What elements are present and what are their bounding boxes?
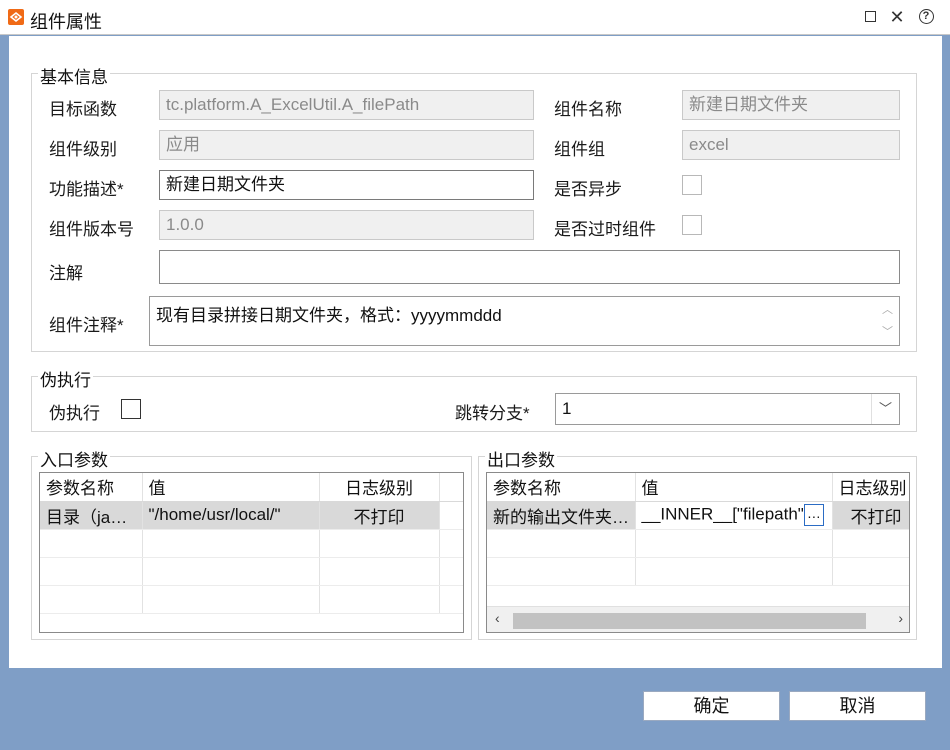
comp-comment-textarea[interactable]: 现有目录拼接日期文件夹，格式：yyyymmddd ︿ ﹀ [149,296,900,346]
ellipsis-button[interactable]: … [803,504,824,526]
maximize-button[interactable] [860,7,880,27]
param-name-cell[interactable]: 目录（ja… [40,501,143,530]
column-header: 日志级别 [319,473,440,502]
chevron-down-icon[interactable]: ﹀ [871,394,899,424]
version-label: 组件版本号 [49,220,134,239]
input-params-table: 参数名称 值 日志级别 目录（ja… "/home/usr/local/" 不打… [39,472,464,633]
log-level-cell[interactable]: 不打印 [319,501,440,530]
table-row[interactable]: 目录（ja… "/home/usr/local/" 不打印 [40,501,463,530]
column-header: 值 [142,473,320,502]
output-params-legend: 出口参数 [485,446,557,471]
comp-comment-text: 现有目录拼接日期文件夹，格式：yyyymmddd [156,306,502,325]
scroll-up-icon[interactable]: ︿ [882,301,893,317]
target-func-label: 目标函数 [49,100,117,119]
title-bar: 组件属性 ✕ ? [0,0,950,35]
app-icon [8,9,24,25]
basic-info-legend: 基本信息 [38,63,110,88]
comp-name-label: 组件名称 [554,100,622,119]
branch-select[interactable]: 1 ﹀ [555,393,900,425]
close-icon: ✕ [889,7,905,27]
ok-button[interactable]: 确定 [643,691,780,721]
param-value-text: __INNER__["filepath" [641,504,804,524]
annotation-label: 注解 [49,264,83,283]
comp-name-field: 新建日期文件夹 [682,90,900,120]
table-row [40,529,463,558]
param-value-cell[interactable]: "/home/usr/local/" [142,501,320,530]
column-header: 参数名称 [487,473,636,502]
async-label: 是否异步 [554,180,622,199]
comp-group-field: excel [682,130,900,160]
cancel-button[interactable]: 取消 [789,691,926,721]
table-row[interactable]: 新的输出文件夹… __INNER__["filepath"… 不打印 [487,501,909,530]
horizontal-scrollbar[interactable]: ‹ › [487,606,909,632]
deprecated-label: 是否过时组件 [554,220,656,239]
async-checkbox[interactable] [682,175,702,195]
target-func-field: tc.platform.A_ExcelUtil.A_filePath [159,90,534,120]
scroll-down-icon[interactable]: ﹀ [882,323,893,339]
pseudo-exec-checkbox[interactable] [121,399,141,419]
table-row [40,585,463,614]
help-icon: ? [918,9,934,24]
output-params-table: 参数名称 值 日志级别 新的输出文件夹… __INNER__["filepath… [486,472,910,633]
window-title: 组件属性 [30,12,102,32]
param-value-cell[interactable]: __INNER__["filepath"… [635,501,833,530]
annotation-input[interactable] [159,250,900,284]
deprecated-checkbox[interactable] [682,215,702,235]
scrollbar-thumb[interactable] [513,613,866,629]
scroll-left-icon[interactable]: ‹ [495,610,500,626]
close-button[interactable]: ✕ [887,7,907,27]
scroll-right-icon[interactable]: › [898,610,903,626]
table-row [487,557,909,586]
comp-level-field: 应用 [159,130,534,160]
column-header: 参数名称 [40,473,143,502]
pseudo-exec-label: 伪执行 [49,404,100,423]
comp-comment-label: 组件注释* [49,316,124,335]
input-params-header: 参数名称 值 日志级别 [40,473,463,502]
func-desc-label: 功能描述* [49,180,124,199]
comp-level-label: 组件级别 [49,140,117,159]
branch-select-value: 1 [562,399,572,418]
func-desc-input[interactable]: 新建日期文件夹 [159,170,534,200]
param-name-cell[interactable]: 新的输出文件夹… [487,501,636,530]
table-row [487,529,909,558]
column-header: 值 [635,473,833,502]
maximize-icon [864,11,876,22]
input-params-legend: 入口参数 [38,446,110,471]
dialog-panel: 基本信息 目标函数 tc.platform.A_ExcelUtil.A_file… [9,36,942,668]
column-header: 日志级别 [832,473,909,502]
help-button[interactable]: ? [916,7,936,27]
output-params-header: 参数名称 值 日志级别 [487,473,909,502]
pseudo-exec-legend: 伪执行 [38,366,93,391]
log-level-cell[interactable]: 不打印 [832,501,909,530]
table-row [40,557,463,586]
version-field: 1.0.0 [159,210,534,240]
comp-group-label: 组件组 [554,140,605,159]
branch-label: 跳转分支* [455,404,530,423]
